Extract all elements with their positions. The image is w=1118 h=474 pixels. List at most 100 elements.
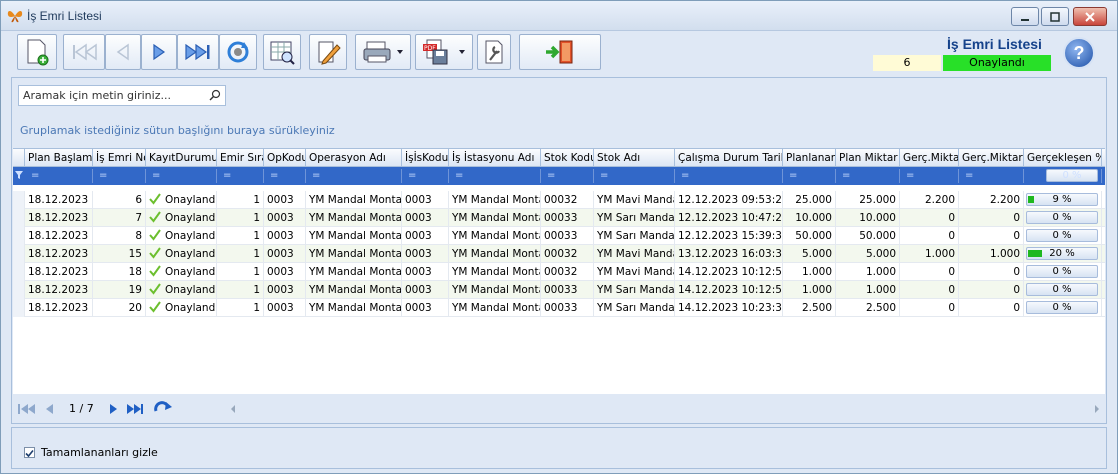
filter-cell-no[interactable]: =	[93, 169, 146, 183]
table-row[interactable]: 18.12.2023 15 Onaylandı 1 0003 YM Mandal Mont…	[13, 245, 1105, 263]
hide-completed-checkbox[interactable]	[24, 447, 35, 458]
cell-pct: 0 %	[1024, 227, 1102, 245]
cell-stok: 00033	[541, 227, 594, 245]
cell-gerc: 0	[900, 263, 959, 281]
first-record-button[interactable]	[63, 34, 105, 70]
progress-bar: 0 %	[1026, 265, 1098, 278]
scroll-left-icon[interactable]	[229, 404, 237, 414]
filter-row[interactable]: = = = = = = = = = = = = = = = 0 %	[13, 167, 1105, 185]
horizontal-scrollbar[interactable]	[225, 402, 1103, 416]
column-header-sira[interactable]: Emir Sıra	[217, 149, 264, 167]
column-header-gerc[interactable]: Gerç.Miktar	[900, 149, 959, 167]
cell-no: 6	[93, 191, 146, 209]
help-button[interactable]: ?	[1063, 37, 1095, 69]
filter-cell-op[interactable]: =	[264, 169, 306, 183]
status-text: Onaylandı	[165, 284, 217, 296]
column-header-opadi[interactable]: Operasyon Adı	[306, 149, 402, 167]
cell-tarih: 12.12.2023 15:39:34	[675, 227, 783, 245]
check-icon	[149, 193, 161, 205]
window-title: İş Emri Listesi	[27, 9, 102, 23]
toolbar: PDF İş Emri Listesi 6 Onaylandı ?	[1, 31, 1117, 77]
row-selector[interactable]	[13, 245, 25, 263]
column-header-stokadi[interactable]: Stok Adı	[594, 149, 675, 167]
column-header-tarih[interactable]: Çalışma Durum Tarihi	[675, 149, 783, 167]
filter-cell-ist[interactable]: =	[402, 169, 449, 183]
previous-record-button[interactable]	[105, 34, 141, 70]
filter-cell-pct[interactable]: 0 %	[1024, 169, 1102, 183]
column-header-status[interactable]: KayıtDurumu	[146, 149, 217, 167]
filter-cell-stokadi[interactable]: =	[594, 169, 675, 183]
column-header-plan[interactable]: Plan Başlama	[25, 149, 93, 167]
table-row[interactable]: 18.12.2023 20 Onaylandı 1 0003 YM Mandal Mont…	[13, 299, 1105, 317]
filter-cell-opadi[interactable]: =	[306, 169, 402, 183]
filter-cell-sira[interactable]: =	[217, 169, 264, 183]
row-selector[interactable]	[13, 227, 25, 245]
last-page-icon[interactable]	[125, 402, 145, 416]
export-button[interactable]: PDF	[415, 34, 473, 70]
wrench-icon	[485, 40, 503, 64]
help-icon: ?	[1073, 42, 1085, 63]
row-selector[interactable]	[13, 281, 25, 299]
exit-button[interactable]	[519, 34, 601, 70]
filter-cell-istadi[interactable]: =	[449, 169, 541, 183]
next-page-icon[interactable]	[107, 402, 119, 416]
table-row[interactable]: 18.12.2023 8 Onaylandı 1 0003 YM Mandal Monta…	[13, 227, 1105, 245]
cell-status: Onaylandı	[146, 281, 217, 299]
row-selector[interactable]	[13, 263, 25, 281]
row-selector[interactable]	[13, 191, 25, 209]
cell-istadi: YM Mandal Montaj	[449, 209, 541, 227]
refresh-button[interactable]	[219, 34, 257, 70]
column-header-op[interactable]: OpKodu	[264, 149, 306, 167]
table-row[interactable]: 18.12.2023 7 Onaylandı 1 0003 YM Mandal Monta…	[13, 209, 1105, 227]
filter-cell-tarih[interactable]: =	[675, 169, 783, 183]
maximize-button[interactable]	[1041, 7, 1069, 26]
search-input[interactable]: Aramak için metin giriniz...	[18, 85, 226, 106]
cell-ist: 0003	[402, 191, 449, 209]
print-button[interactable]	[355, 34, 411, 70]
table-row[interactable]: 18.12.2023 6 Onaylandı 1 0003 YM Mandal Monta…	[13, 191, 1105, 209]
column-header-plan1[interactable]: Plan Miktar 1	[836, 149, 900, 167]
previous-page-icon[interactable]	[43, 402, 55, 416]
column-header-stok[interactable]: Stok Kodu	[541, 149, 594, 167]
row-selector[interactable]	[13, 299, 25, 317]
cell-tarih: 14.12.2023 10:12:51	[675, 281, 783, 299]
column-header-pct[interactable]: Gerçekleşen %	[1024, 149, 1102, 167]
cell-pct: 20 %	[1024, 245, 1102, 263]
filter-cell-plan[interactable]: =	[25, 169, 93, 183]
progress-fill	[1028, 196, 1035, 203]
preview-button[interactable]	[263, 34, 301, 70]
table-row[interactable]: 18.12.2023 18 Onaylandı 1 0003 YM Mandal Mont…	[13, 263, 1105, 281]
settings-button[interactable]	[477, 34, 511, 70]
first-page-icon[interactable]	[17, 402, 37, 416]
edit-button[interactable]	[309, 34, 347, 70]
filter-cell-status[interactable]: =	[146, 169, 217, 183]
first-icon	[73, 43, 97, 61]
row-selector[interactable]	[13, 209, 25, 227]
column-header-istadi[interactable]: İş İstasyonu Adı	[449, 149, 541, 167]
column-header-no[interactable]: İş Emri No	[93, 149, 146, 167]
filter-cell-stok[interactable]: =	[541, 169, 594, 183]
column-header-plan_m[interactable]: Planlanan	[783, 149, 836, 167]
filter-cell-gerc[interactable]: =	[900, 169, 959, 183]
table-row[interactable]: 18.12.2023 19 Onaylandı 1 0003 YM Mandal Mont…	[13, 281, 1105, 299]
column-header-gerc1[interactable]: Gerç.Miktar 1	[959, 149, 1024, 167]
last-record-button[interactable]	[177, 34, 219, 70]
cell-plan_m: 2.500	[783, 299, 836, 317]
minimize-button[interactable]	[1011, 7, 1039, 26]
close-button[interactable]	[1073, 7, 1107, 26]
progress-text: 0 %	[1052, 212, 1072, 223]
cell-gerc: 0	[900, 209, 959, 227]
printer-icon	[363, 41, 403, 63]
column-header-ist[interactable]: İşİsKodu	[402, 149, 449, 167]
scroll-right-icon[interactable]	[1093, 404, 1101, 414]
filter-cell-plan1[interactable]: =	[836, 169, 900, 183]
next-record-button[interactable]	[141, 34, 177, 70]
cell-sira: 1	[217, 299, 264, 317]
search-placeholder: Aramak için metin giriniz...	[23, 89, 171, 102]
new-record-button[interactable]	[17, 34, 57, 70]
filter-cell-gerc1[interactable]: =	[959, 169, 1024, 183]
filter-cell-plan_m[interactable]: =	[783, 169, 836, 183]
cell-stok: 00033	[541, 281, 594, 299]
refresh-page-icon[interactable]	[153, 401, 173, 417]
cell-plan: 18.12.2023	[25, 245, 93, 263]
